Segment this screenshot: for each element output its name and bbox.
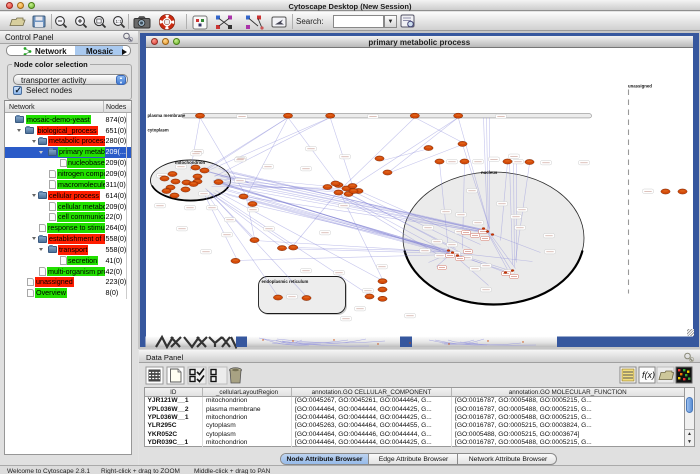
svg-text:unassigned: unassigned [628,83,652,88]
svg-text:plasma membrane: plasma membrane [147,112,185,117]
svg-text:f(x): f(x) [642,370,655,380]
svg-text:endoplasmic reticulum: endoplasmic reticulum [261,279,308,284]
svg-text:1:1: 1:1 [116,19,123,24]
svg-text:cytoplasm: cytoplasm [147,127,168,132]
svg-text:mitochondrion: mitochondrion [175,160,205,165]
svg-text:nucleus: nucleus [481,170,498,175]
